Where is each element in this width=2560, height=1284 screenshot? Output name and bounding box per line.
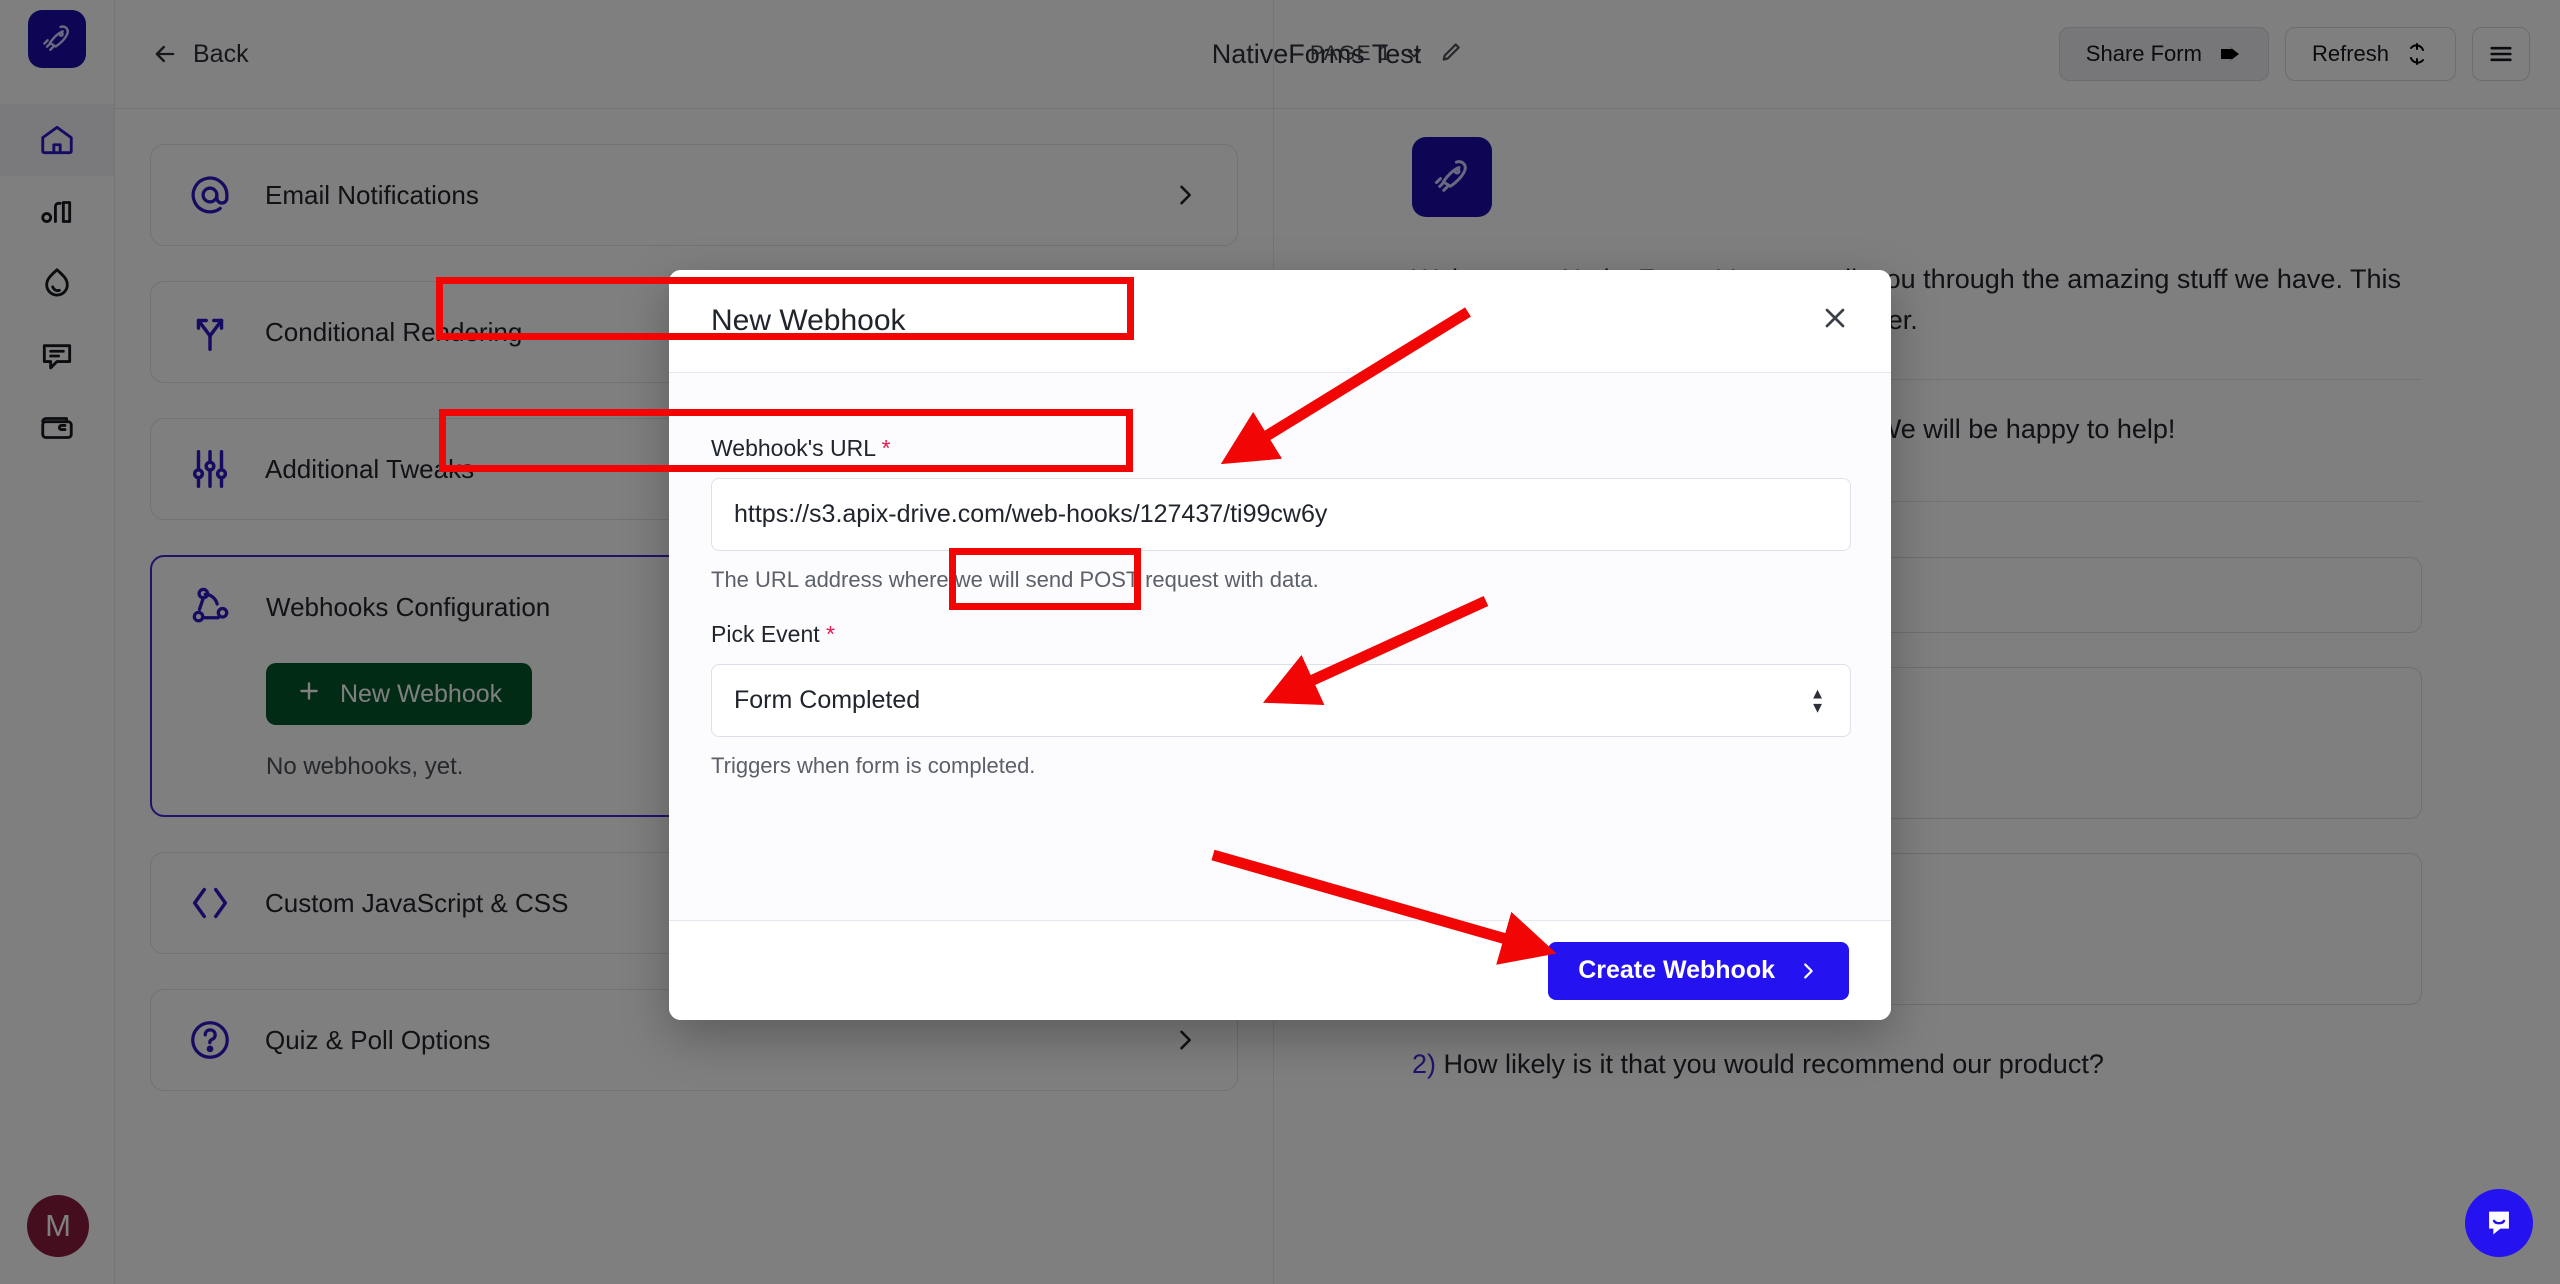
pick-event-selected-value: Form Completed bbox=[734, 686, 921, 714]
modal-footer: Create Webhook bbox=[669, 920, 1891, 1020]
pick-event-select-wrap: Form Completed ▲ ▼ bbox=[711, 664, 1851, 737]
pick-event-hint: Triggers when form is completed. bbox=[711, 753, 1036, 778]
annotation-highlight-submit-button bbox=[949, 548, 1141, 610]
required-marker: * bbox=[826, 621, 835, 647]
modal-card: New Webhook Webhook's URL * The URL addr… bbox=[669, 270, 1891, 1020]
create-webhook-label: Create Webhook bbox=[1578, 956, 1775, 984]
create-webhook-button[interactable]: Create Webhook bbox=[1548, 941, 1849, 1000]
screen-root: M Back NativeForms Test PAGE 1 bbox=[0, 0, 2560, 1284]
pick-event-label-text: Pick Event bbox=[711, 621, 820, 647]
annotation-highlight-event-field bbox=[439, 409, 1133, 472]
close-icon[interactable] bbox=[1819, 302, 1851, 340]
pick-event-label: Pick Event * bbox=[711, 621, 1849, 648]
annotation-highlight-url-field bbox=[436, 277, 1134, 340]
chevron-right-icon bbox=[1804, 962, 1813, 979]
webhook-url-input[interactable] bbox=[711, 478, 1851, 551]
chat-bubble-icon bbox=[2489, 1211, 2509, 1235]
chat-launcher-button[interactable] bbox=[2465, 1189, 2533, 1257]
webhook-url-hint: The URL address where we will send POST … bbox=[711, 567, 1319, 592]
pick-event-select[interactable]: Form Completed bbox=[711, 664, 1851, 737]
stepper-icon[interactable]: ▲ ▼ bbox=[1810, 686, 1825, 715]
